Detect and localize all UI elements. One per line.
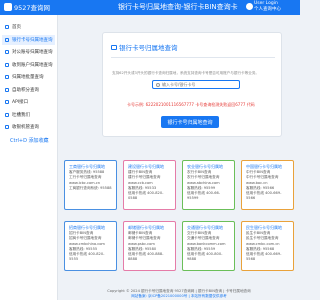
logo-text: 9527查询网 — [14, 4, 51, 12]
page-root: 9527查询网 银行卡号归属地查询-银行卡BIN查询卡号 User Login … — [0, 0, 300, 300]
bank-card-cmb[interactable]: 招商银行卡号归属地 招行卡BIN查询 招商卡号归属地查询 www.cmbchin… — [64, 221, 117, 271]
account-icon — [5, 62, 9, 67]
bank-name: 农业银行卡号归属地 — [187, 164, 223, 169]
sidebar-item-api[interactable]: API接口 — [2, 97, 55, 108]
bank-name: 工商银行卡号归属地 — [69, 164, 105, 169]
sidebar-item-label: 归属地批量查询 — [12, 75, 44, 81]
sidebar-item-home[interactable]: 首页 — [2, 22, 55, 33]
sidebar-item-corporate-lookup[interactable]: 对公账号归属地查询 — [2, 47, 55, 58]
sidebar-item-label: API接口 — [12, 100, 29, 106]
bank-line: 信用卡热线 400-669-5566 — [246, 191, 282, 201]
sidebar-item-label: 对公账号归属地查询 — [12, 50, 53, 56]
bank-card-ccb[interactable]: 建设银行卡号归属地 建行卡BIN查询 建行卡号归属地查询 www.ccb.com… — [123, 160, 176, 210]
sidebar-item-label: 收银机管查询 — [12, 125, 39, 131]
query-card: 银行卡号归属地查询 支持62开头或3开头的银行卡查询归属地，系统支持查询卡号是否… — [102, 32, 282, 137]
bank-name: 交通银行卡号归属地 — [187, 225, 223, 230]
footer: Copyright © 2024 银行卡号归属地查询 9527查询网 | 银行卡… — [58, 289, 300, 299]
example-note: 卡号示例: 6222021001116567777 卡号查询检测失败返回6777… — [127, 102, 255, 107]
sidebar-item-account-lookup[interactable]: 收到账户归属地查询 — [2, 60, 55, 71]
points-icon — [5, 87, 9, 92]
sidebar-item-feedback[interactable]: 吐槽我们 — [2, 110, 55, 121]
bank-card-bocom[interactable]: 交通银行卡号归属地 交行卡BIN查询 交通卡号归属地查询 www.bankcom… — [182, 221, 235, 271]
feedback-icon — [5, 112, 9, 117]
bank-line: 工商银行查询系统: 95588 — [69, 185, 112, 190]
bank-card-icon — [111, 44, 117, 50]
bank-line: 信用卡热线 400-669-5568 — [246, 252, 282, 262]
bank-card-abc[interactable]: 农业银行卡号归属地 农行卡BIN查询 农行卡号归属地查询 www.abchina… — [182, 160, 235, 210]
user-icon[interactable] — [246, 3, 253, 10]
bank-name: 民生银行卡号归属地 — [246, 225, 282, 230]
footer-icp[interactable]: 网站备案: 京ICP备2021000000号 | 本站所有数据仅供参考 — [58, 294, 300, 299]
home-icon — [5, 25, 9, 30]
add-favorite-link[interactable]: Ctrl+D 添加收藏 — [0, 137, 57, 144]
bank-name: 招商银行卡号归属地 — [69, 225, 105, 230]
search-icon — [156, 82, 160, 87]
list-icon — [5, 75, 9, 80]
sidebar-item-label: 银行卡号归属地查询 — [12, 37, 53, 43]
bank-line: 信用卡热线 400-800-9888 — [187, 252, 223, 262]
logo-icon — [4, 3, 12, 11]
divider — [111, 57, 275, 58]
card-number-field[interactable] — [152, 80, 240, 89]
sidebar-item-batch-lookup[interactable]: 归属地批量查询 — [2, 72, 55, 83]
bank-name: 建设银行卡号归属地 — [128, 164, 164, 169]
site-logo[interactable]: 9527查询网 — [4, 2, 50, 12]
bank-line: 信用卡热线 400-66-95599 — [187, 191, 221, 201]
sidebar-item-points[interactable]: 自助积分查询 — [2, 85, 55, 96]
bank-line: 信用卡热线 400-888-8888 — [128, 252, 164, 262]
bank-card-cmbc[interactable]: 民生银行卡号归属地 民生卡BIN查询 民生卡号归属地查询 www.cmbc.co… — [241, 221, 294, 271]
api-icon — [5, 100, 9, 105]
card-number-input[interactable] — [162, 82, 237, 87]
sidebar-item-label: 收到账户归属地查询 — [12, 62, 53, 68]
page-title: 银行卡号归属地查询-银行卡BIN查询卡号 — [118, 3, 238, 11]
bank-line: 信用卡热线 400-820-5555 — [69, 252, 105, 262]
bank-name: 中国银行卡号归属地 — [246, 164, 282, 169]
sidebar: 首页 银行卡号归属地查询 对公账号归属地查询 收到账户归属地查询 归属地批量查询… — [0, 15, 58, 300]
sidebar-item-label: 吐槽我们 — [12, 112, 30, 118]
query-button[interactable]: 银行卡号归属地查询 — [161, 116, 219, 128]
bank-card-psbc[interactable]: 邮储银行卡号归属地 邮储卡BIN查询 邮储卡号归属地查询 www.psbc.co… — [123, 221, 176, 271]
building-icon — [5, 50, 9, 55]
query-description: 支持62开头或3开头的银行卡查询归属地，系统支持查询卡号是否可用账户与银行卡等业… — [112, 71, 260, 75]
top-bar: 9527查询网 银行卡号归属地查询-银行卡BIN查询卡号 User Login … — [0, 0, 300, 15]
user-login[interactable]: User Login 个人查询中心 — [254, 1, 281, 13]
user-center-label: 个人查询中心 — [254, 7, 281, 12]
sidebar-item-label: 首页 — [12, 25, 21, 31]
bank-name: 邮储银行卡号归属地 — [128, 225, 164, 230]
card-title: 银行卡号归属地查询 — [111, 42, 178, 52]
bank-card-boc[interactable]: 中国银行卡号归属地 中行卡BIN查询 中行卡号归属地查询 www.boc.cn … — [241, 160, 294, 210]
card-title-text: 银行卡号归属地查询 — [119, 44, 178, 52]
sidebar-item-pos-lookup[interactable]: 收银机管查询 — [2, 122, 55, 133]
sidebar-item-card-lookup[interactable]: 银行卡号归属地查询 — [2, 34, 55, 45]
card-icon — [5, 37, 9, 42]
sidebar-item-label: 自助积分查询 — [12, 87, 39, 93]
pos-icon — [5, 125, 9, 130]
bank-card-icbc[interactable]: 工商银行卡号归属地 客户服务热线: 95588 工行卡号归属地查询 www.ic… — [64, 160, 117, 210]
bank-line: 信用卡热线 400-820-0588 — [128, 191, 164, 201]
